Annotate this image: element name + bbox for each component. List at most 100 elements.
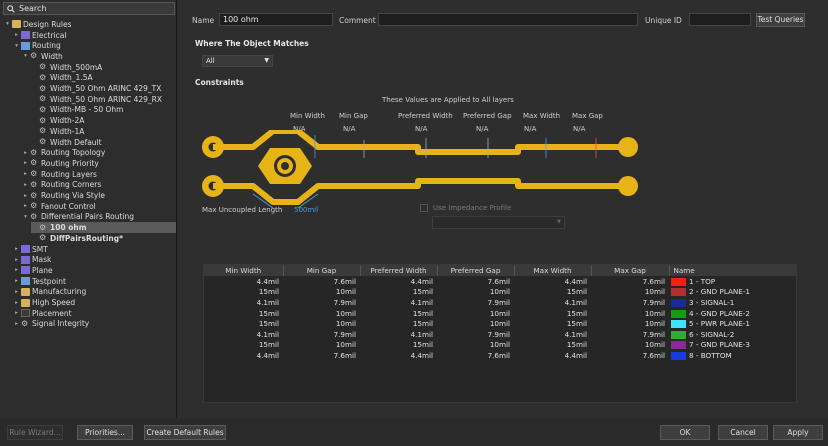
tree-item[interactable]: ▾ ⚙ Differential Pairs Routing [22,212,134,223]
collapsed-arrow-icon[interactable]: ▸ [13,32,20,38]
table-cell[interactable]: 4.1mil [360,329,437,340]
collapsed-arrow-icon[interactable]: ▸ [22,182,29,188]
column-header[interactable]: Min Width [204,265,284,276]
table-cell[interactable]: 7.9mil [283,329,360,340]
table-cell[interactable]: 7.6mil [591,350,669,361]
max-uncoupled-value[interactable]: 500mil [294,206,318,214]
table-cell[interactable]: 10mil [591,340,669,351]
collapsed-arrow-icon[interactable]: ▸ [13,267,20,273]
table-cell[interactable]: 10mil [591,318,669,329]
collapsed-arrow-icon[interactable]: ▸ [13,321,20,327]
table-cell[interactable]: 7.9mil [591,297,669,308]
expanded-arrow-icon[interactable]: ▾ [4,21,11,27]
apply-button[interactable]: Apply [773,425,823,440]
table-cell[interactable]: 15mil [204,287,283,298]
collapsed-arrow-icon[interactable]: ▸ [13,278,20,284]
table-cell[interactable]: 4.4mil [360,276,437,287]
tree-item[interactable]: ▸ ⚙ Signal Integrity [13,319,89,330]
table-cell[interactable]: 4.4mil [204,276,283,287]
table-cell[interactable]: 15mil [204,340,283,351]
tree-item[interactable]: ▸ Electrical [13,30,66,41]
cancel-button[interactable]: Cancel [718,425,768,440]
table-row[interactable]: 4.1mil 7.9mil 4.1mil 7.9mil 4.1mil 7.9mil 3 - … [204,297,796,308]
table-cell[interactable]: 10mil [283,287,360,298]
table-cell[interactable]: 10mil [437,287,514,298]
tree-item[interactable]: ⚙ 100 ohm [31,222,176,233]
collapsed-arrow-icon[interactable]: ▸ [22,203,29,209]
table-row[interactable]: 4.4mil 7.6mil 4.4mil 7.6mil 4.4mil 7.6mil 1 - … [204,276,796,287]
collapsed-arrow-icon[interactable]: ▸ [22,171,29,177]
table-cell[interactable]: 10mil [283,308,360,319]
table-cell[interactable]: 4.1mil [514,329,591,340]
tree-item[interactable]: ▾ ⚙ Width [22,51,63,62]
tree-item[interactable]: ⚙ Width-MB - 50 Ohm [31,105,123,116]
table-cell[interactable]: 15mil [360,287,437,298]
tree-item[interactable]: ▸ Plane [13,265,52,276]
tree-item[interactable]: ▸ ⚙ Routing Priority [22,158,99,169]
table-cell[interactable]: 4.1mil [360,297,437,308]
table-cell[interactable]: 4.4mil [204,350,283,361]
column-header[interactable]: Preferred Width [360,265,438,276]
collapsed-arrow-icon[interactable]: ▸ [13,300,20,306]
table-cell[interactable]: 4.4mil [514,276,591,287]
table-row[interactable]: 4.1mil 7.9mil 4.1mil 7.9mil 4.1mil 7.9mil 6 - … [204,329,796,340]
where-dropdown[interactable]: All ▼ [202,55,273,67]
table-row[interactable]: 4.4mil 7.6mil 4.4mil 7.6mil 4.4mil 7.6mil 8 - … [204,350,796,361]
table-cell[interactable]: 10mil [437,340,514,351]
collapsed-arrow-icon[interactable]: ▸ [22,193,29,199]
table-row[interactable]: 15mil 10mil 15mil 10mil 15mil 10mil 7 - GND PL… [204,340,796,351]
expanded-arrow-icon[interactable]: ▾ [22,214,29,220]
table-cell[interactable]: 15mil [204,318,283,329]
table-cell[interactable]: 10mil [591,287,669,298]
expanded-arrow-icon[interactable]: ▾ [22,53,29,59]
comment-input[interactable] [378,13,638,26]
table-cell[interactable]: 7.9mil [283,297,360,308]
create-default-rules-button[interactable]: Create Default Rules [144,425,226,440]
table-cell[interactable]: 4.1mil [204,297,283,308]
table-cell[interactable]: 10mil [283,318,360,329]
table-cell[interactable]: 4.1mil [204,329,283,340]
table-row[interactable]: 15mil 10mil 15mil 10mil 15mil 10mil 5 - PWR PL… [204,318,796,329]
tree-item[interactable]: ▸ ⚙ Routing Via Style [22,190,105,201]
tree-item[interactable]: ▾ Design Rules [4,19,71,30]
priorities-button[interactable]: Priorities... [77,425,133,440]
table-cell[interactable]: 15mil [514,340,591,351]
table-cell[interactable]: 15mil [360,318,437,329]
collapsed-arrow-icon[interactable]: ▸ [22,150,29,156]
table-cell[interactable]: 7.6mil [283,276,360,287]
unique-id-input[interactable] [689,13,751,26]
tree-item[interactable]: ▸ Testpoint [13,276,66,287]
tree-item[interactable]: ⚙ Width_50 Ohm ARINC 429_TX [31,83,161,94]
tree-item[interactable]: ▸ Placement [13,308,71,319]
test-queries-button[interactable]: Test Queries [756,13,805,27]
search-box[interactable]: Search [3,2,175,15]
ok-button[interactable]: OK [660,425,710,440]
collapsed-arrow-icon[interactable]: ▸ [13,310,20,316]
tree-item[interactable]: ▸ ⚙ Fanout Control [22,201,96,212]
table-cell[interactable]: 10mil [437,318,514,329]
name-input[interactable]: 100 ohm [219,13,333,26]
column-header[interactable]: Min Gap [283,265,361,276]
collapsed-arrow-icon[interactable]: ▸ [22,160,29,166]
tree-item[interactable]: ▸ Manufacturing [13,287,86,298]
table-cell[interactable]: 10mil [437,308,514,319]
table-cell[interactable]: 7.9mil [437,329,514,340]
table-row[interactable]: 15mil 10mil 15mil 10mil 15mil 10mil 2 - GND PL… [204,287,796,298]
table-cell[interactable]: 7.6mil [591,276,669,287]
table-row[interactable]: 15mil 10mil 15mil 10mil 15mil 10mil 4 - GND PL… [204,308,796,319]
tree-item[interactable]: ⚙ DiffPairsRouting* [31,233,123,244]
column-header[interactable]: Max Width [514,265,592,276]
rule-wizard-button[interactable]: Rule Wizard... [7,425,63,440]
column-header[interactable]: Name [669,265,796,276]
table-cell[interactable]: 4.4mil [360,350,437,361]
table-cell[interactable]: 4.4mil [514,350,591,361]
collapsed-arrow-icon[interactable]: ▸ [13,289,20,295]
table-cell[interactable]: 15mil [360,308,437,319]
table-cell[interactable]: 15mil [360,340,437,351]
tree-item[interactable]: ⚙ Width-1A [31,126,84,137]
table-cell[interactable]: 4.1mil [514,297,591,308]
tree-item[interactable]: ▸ ⚙ Routing Corners [22,180,101,191]
column-header[interactable]: Max Gap [591,265,670,276]
tree-item[interactable]: ▾ Routing [13,40,61,51]
table-cell[interactable]: 7.6mil [437,350,514,361]
